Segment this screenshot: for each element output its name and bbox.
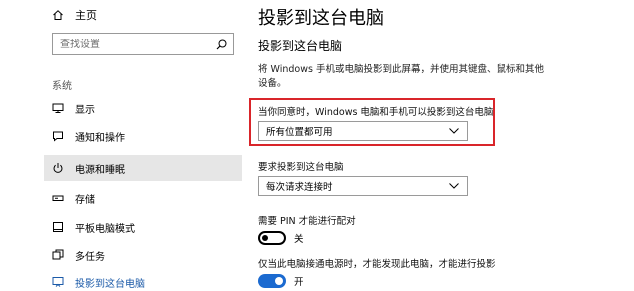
sidebar-item-label: 投影到这台电脑 — [75, 278, 145, 290]
sidebar-item-notifications[interactable]: 通知和操作 — [52, 125, 242, 147]
toggle-knob — [262, 235, 268, 241]
storage-drive-icon — [52, 195, 64, 201]
sidebar-item-label: 通知和操作 — [75, 132, 125, 144]
search-box[interactable] — [52, 33, 234, 55]
sidebar-item-storage[interactable]: 存储 — [52, 187, 242, 209]
tablet-mode-icon — [53, 222, 63, 232]
request-dropdown[interactable]: 每次请求连接时 — [258, 176, 468, 196]
sidebar-item-multitasking[interactable]: 多任务 — [52, 244, 242, 266]
sidebar-item-label: 显示 — [75, 104, 95, 116]
chevron-down-icon — [449, 128, 459, 134]
home-icon — [53, 10, 63, 20]
main-content: 投影到这台电脑 投影到这台电脑 将 Windows 手机或电脑投影到此屏幕，并使… — [242, 0, 634, 291]
availability-value: 所有位置都可用 — [266, 127, 333, 138]
sidebar-item-label: 电源和睡眠 — [75, 164, 125, 176]
section-title: 投影到这台电脑 — [258, 39, 343, 53]
pin-toggle-state: 关 — [294, 234, 304, 245]
page-title: 投影到这台电脑 — [258, 8, 384, 29]
monitor-icon — [52, 103, 64, 113]
notification-icon — [53, 131, 63, 142]
sidebar-item-label: 平板电脑模式 — [75, 223, 135, 235]
availability-label: 当你同意时，Windows 电脑和手机可以投影到这台电脑 — [258, 107, 494, 118]
description-text: 将 Windows 手机或电脑投影到此屏幕，并使用其键盘、鼠标和其他设备。 — [258, 64, 544, 89]
power-label: 仅当此电脑接通电源时，才能发现此电脑，才能进行投影 — [258, 259, 496, 270]
home-label: 主页 — [75, 9, 97, 22]
chevron-down-icon — [449, 183, 459, 189]
multitasking-icon — [52, 249, 64, 260]
search-icon[interactable] — [216, 39, 227, 50]
sidebar-item-label: 多任务 — [75, 251, 105, 263]
pin-toggle[interactable] — [258, 231, 286, 245]
request-label: 要求投影到这台电脑 — [258, 162, 344, 173]
section-label-system: 系统 — [52, 81, 72, 92]
power-toggle-state: 开 — [294, 277, 304, 288]
power-icon — [53, 163, 63, 173]
sidebar-item-tablet-mode[interactable]: 平板电脑模式 — [52, 216, 242, 238]
sidebar-item-display[interactable]: 显示 — [52, 97, 242, 119]
search-input[interactable] — [60, 38, 210, 50]
pin-label: 需要 PIN 才能进行配对 — [258, 216, 356, 227]
project-icon — [52, 277, 64, 287]
power-toggle[interactable] — [258, 274, 286, 288]
sidebar-item-project-to-pc[interactable]: 投影到这台电脑 — [52, 271, 242, 291]
sidebar-item-label: 存储 — [75, 194, 95, 206]
toggle-knob — [275, 277, 283, 285]
power-toggle-row: 开 — [258, 273, 304, 289]
availability-dropdown[interactable]: 所有位置都可用 — [258, 121, 468, 141]
sidebar: 主页 系统 显示 通知和操作 — [0, 0, 242, 291]
request-value: 每次请求连接时 — [266, 182, 333, 193]
pin-toggle-row: 关 — [258, 230, 304, 246]
settings-window: 主页 系统 显示 通知和操作 — [0, 0, 634, 291]
sidebar-item-power-sleep[interactable]: 电源和睡眠 — [44, 155, 242, 181]
home-link[interactable]: 主页 — [52, 6, 97, 24]
